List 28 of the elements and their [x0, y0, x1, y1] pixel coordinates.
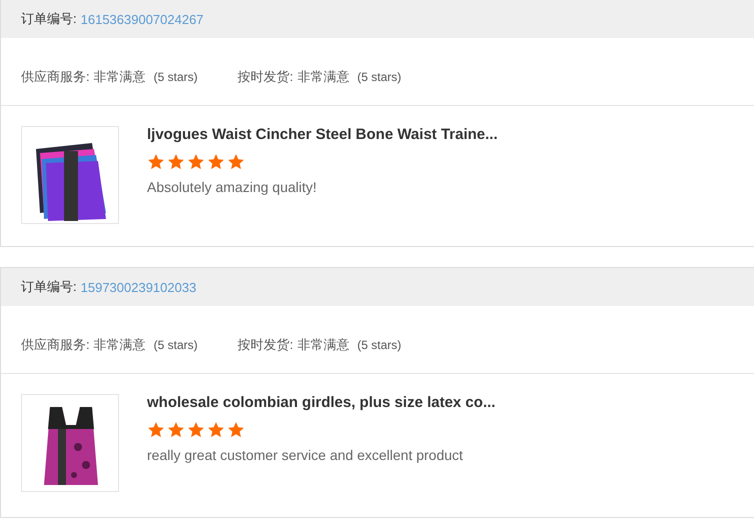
rating-value: 非常满意 [94, 336, 146, 354]
star-icon [167, 153, 185, 171]
review-text: Absolutely amazing quality! [147, 179, 318, 195]
star-icon [187, 153, 205, 171]
star-icon [207, 153, 225, 171]
review-text: really great customer service and excellent product [147, 447, 464, 463]
star-icon [227, 421, 245, 439]
rating-label: 按时发货: [238, 336, 294, 354]
rating-label: 供应商服务: [21, 336, 90, 354]
product-title-link[interactable]: wholesale colombian girdles, plus size latex co... [147, 394, 496, 411]
rating-note: (5 stars) [357, 70, 402, 84]
rating-value: 非常满意 [94, 68, 146, 86]
star-icon [227, 153, 245, 171]
rating-note: (5 stars) [154, 338, 198, 352]
star-icon [167, 421, 185, 439]
rating-value: 非常满意 [297, 336, 350, 354]
star-icon [207, 421, 225, 439]
order-number-label: 订单编号: [21, 10, 77, 28]
rating-label: 按时发货: [238, 68, 294, 86]
star-icon [187, 421, 205, 439]
rating-note: (5 stars) [357, 338, 402, 352]
rating-note: (5 stars) [154, 70, 198, 84]
order-number-label: 订单编号: [21, 278, 77, 296]
star-icon [147, 153, 165, 171]
product-title-link[interactable]: ljvogues Waist Cincher Steel Bone Waist Traine... [147, 126, 498, 143]
rating-value: 非常满意 [297, 68, 350, 86]
rating-label: 供应商服务: [21, 68, 90, 86]
star-icon [147, 421, 165, 439]
